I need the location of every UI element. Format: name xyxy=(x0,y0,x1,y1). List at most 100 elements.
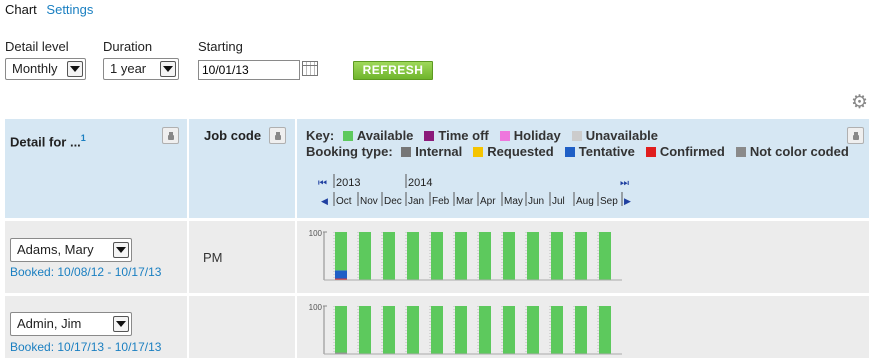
footnote-marker[interactable]: 1 xyxy=(81,133,86,143)
month-label: Nov xyxy=(360,196,378,207)
month-label: Mar xyxy=(456,196,474,207)
lock-icon[interactable] xyxy=(847,127,864,144)
starting-label: Starting xyxy=(198,39,243,54)
calendar-icon[interactable] xyxy=(302,61,318,76)
unavailable-legend-label: Unavailable xyxy=(585,128,658,143)
row-1-availability-chart: 100 xyxy=(309,229,622,281)
bar-available-jun[interactable] xyxy=(527,306,539,354)
bar-tentative-oct[interactable] xyxy=(335,270,347,279)
detail-level-label: Detail level xyxy=(5,39,69,54)
not-color-coded-swatch xyxy=(735,147,746,157)
available-swatch xyxy=(342,131,353,141)
chevron-down-icon xyxy=(160,61,176,77)
month-label: Dec xyxy=(384,196,402,207)
bar-available-jul[interactable] xyxy=(551,306,563,354)
job-code-title: Job code xyxy=(204,128,262,143)
detail-for-label: Detail for ... xyxy=(10,134,81,150)
bar-available-feb[interactable] xyxy=(431,306,443,354)
tab-chart[interactable]: Chart xyxy=(5,2,37,17)
duration-label: Duration xyxy=(103,39,153,54)
month-label: Oct xyxy=(336,196,352,207)
view-tabs: Chart Settings xyxy=(5,2,99,17)
bar-available-mar[interactable] xyxy=(455,232,467,280)
detail-for-header: Detail for ...1 xyxy=(5,119,187,218)
row-2-jobcode-cell xyxy=(189,296,295,358)
starting-date-input[interactable] xyxy=(198,60,300,80)
duration-value: 1 year xyxy=(110,61,147,76)
bar-available-dec[interactable] xyxy=(383,306,395,354)
booking-type-legend: Booking type: Internal Requested Tentative… xyxy=(306,144,855,159)
bar-available-aug[interactable] xyxy=(575,306,587,354)
detail-level-value: Monthly xyxy=(12,61,58,76)
refresh-button[interactable]: REFRESH xyxy=(353,61,433,80)
duration-select[interactable]: 1 year xyxy=(103,58,179,80)
bar-available-aug[interactable] xyxy=(575,232,587,280)
bar-available-apr[interactable] xyxy=(479,306,491,354)
month-label: Apr xyxy=(480,196,496,207)
nav-last-icon[interactable]: ⏭ xyxy=(620,178,629,189)
key-legend: Key: Available Time off Holiday Unavailable xyxy=(306,128,664,143)
requested-swatch xyxy=(473,147,484,157)
bar-available-jan[interactable] xyxy=(407,232,419,280)
key-label: Key: xyxy=(306,128,335,143)
bar-available-feb[interactable] xyxy=(431,232,443,280)
bar-available-jun[interactable] xyxy=(527,232,539,280)
job-code-header: Job code xyxy=(189,119,295,218)
tab-settings[interactable]: Settings xyxy=(46,2,93,17)
requested-legend-label: Requested xyxy=(487,144,554,159)
detail-for-title: Detail for ...1 xyxy=(10,133,86,149)
booked-range[interactable]: Booked: 10/08/12 - 10/17/13 xyxy=(10,265,161,279)
lock-icon[interactable] xyxy=(162,127,179,144)
internal-legend-label: Internal xyxy=(415,144,463,159)
nav-next-icon[interactable]: ▶ xyxy=(624,196,631,206)
person-name: Admin, Jim xyxy=(17,316,82,331)
job-code-value: PM xyxy=(203,250,223,265)
time-off-swatch xyxy=(424,131,435,141)
nav-prev-icon[interactable]: ◀ xyxy=(321,196,328,206)
bar-available-nov[interactable] xyxy=(359,306,371,354)
bar-available-mar[interactable] xyxy=(455,306,467,354)
bar-available-oct[interactable] xyxy=(335,232,347,271)
month-label: Sep xyxy=(600,196,618,207)
bar-available-nov[interactable] xyxy=(359,232,371,280)
bar-available-sep[interactable] xyxy=(599,232,611,280)
month-label: Jun xyxy=(528,196,544,207)
time-off-legend-label: Time off xyxy=(438,128,489,143)
available-legend-label: Available xyxy=(356,128,414,143)
bar-available-sep[interactable] xyxy=(599,306,611,354)
bar-available-jul[interactable] xyxy=(551,232,563,280)
nav-first-icon[interactable]: ⏮ xyxy=(318,178,327,189)
chevron-down-icon xyxy=(67,61,83,77)
bar-available-may[interactable] xyxy=(503,306,515,354)
chevron-down-icon xyxy=(113,242,129,258)
booking-type-label: Booking type: xyxy=(306,144,393,159)
bar-available-dec[interactable] xyxy=(383,232,395,280)
month-label: Feb xyxy=(432,196,450,207)
month-label: May xyxy=(504,196,523,207)
confirmed-swatch xyxy=(645,147,656,157)
y-axis-label: 100 xyxy=(309,303,323,312)
year-label: 2014 xyxy=(408,177,432,189)
holiday-legend-label: Holiday xyxy=(513,128,561,143)
person-select-admin-jim[interactable]: Admin, Jim xyxy=(10,312,132,336)
confirmed-legend-label: Confirmed xyxy=(659,144,725,159)
gear-icon[interactable]: ⚙ xyxy=(851,93,868,112)
bar-available-apr[interactable] xyxy=(479,232,491,280)
person-name: Adams, Mary xyxy=(17,242,94,257)
bar-available-oct[interactable] xyxy=(335,306,347,353)
detail-level-select[interactable]: Monthly xyxy=(5,58,86,80)
tentative-legend-label: Tentative xyxy=(578,144,635,159)
row-2-availability-chart: 100 xyxy=(309,303,622,355)
timeline-header: ⏮ ◀ ▶ ⏭ 2013 2014 Oct Nov Dec Jan Feb Mar Apr May Jun J… xyxy=(318,174,631,207)
year-label: 2013 xyxy=(336,177,360,189)
person-select-adams-mary[interactable]: Adams, Mary xyxy=(10,238,132,262)
not-color-coded-legend-label: Not color coded xyxy=(749,144,849,159)
holiday-swatch xyxy=(499,131,510,141)
bar-available-jan[interactable] xyxy=(407,306,419,354)
tentative-swatch xyxy=(564,147,575,157)
internal-swatch xyxy=(401,147,412,157)
bar-available-may[interactable] xyxy=(503,232,515,280)
lock-icon[interactable] xyxy=(269,127,286,144)
booked-range[interactable]: Booked: 10/17/13 - 10/17/13 xyxy=(10,340,161,354)
chevron-down-icon xyxy=(113,316,129,332)
